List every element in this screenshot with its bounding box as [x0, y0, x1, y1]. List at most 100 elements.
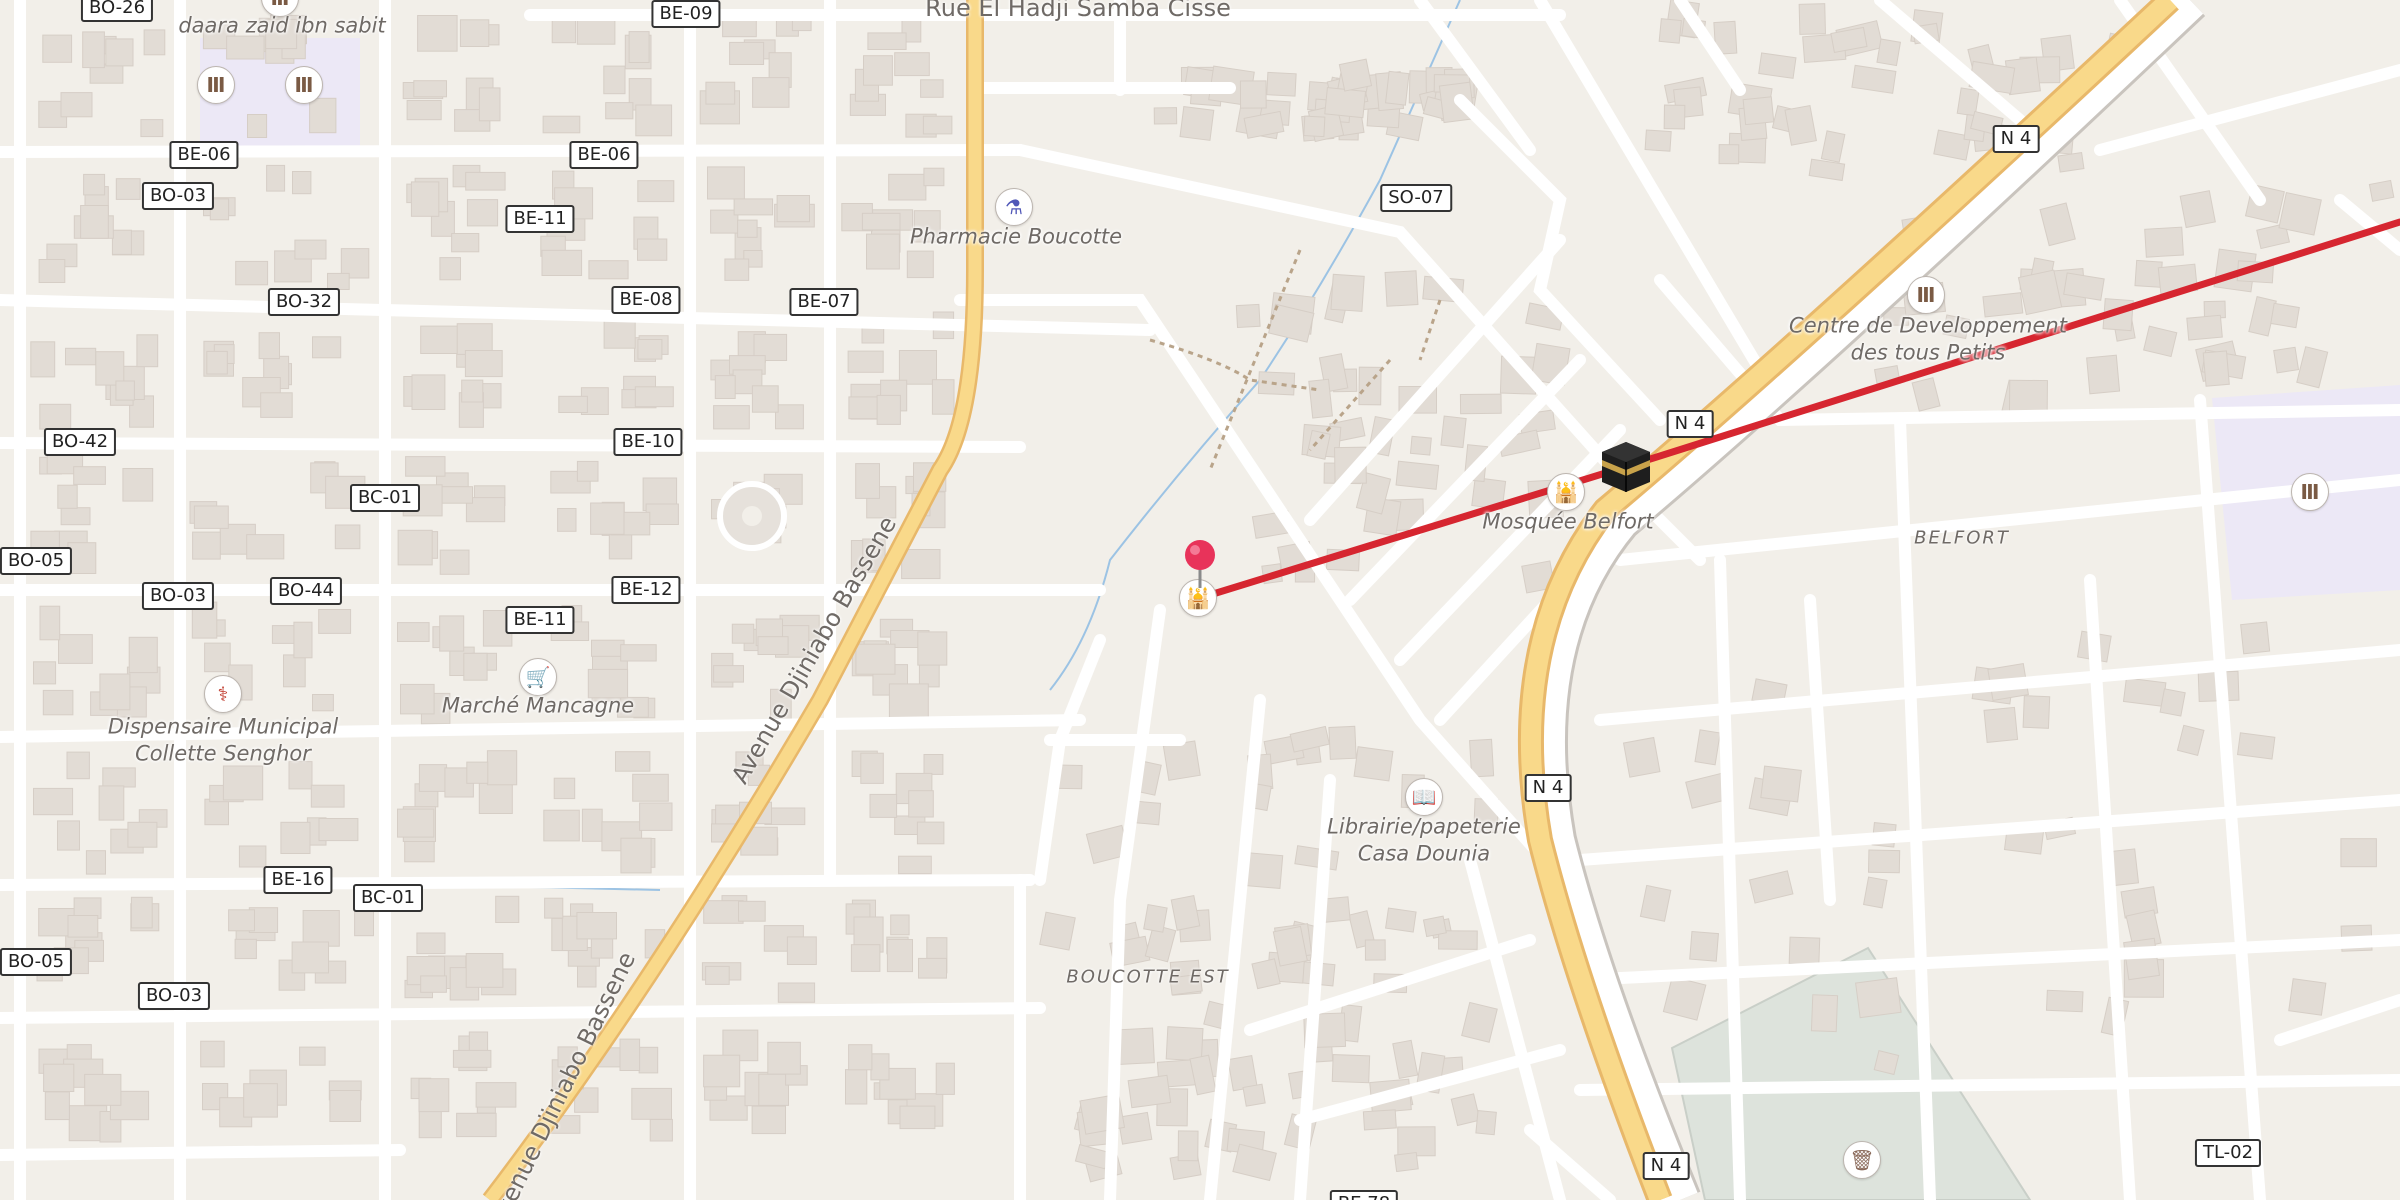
- building: [1459, 393, 1502, 415]
- building: [283, 654, 306, 688]
- map-pin-icon[interactable]: [1183, 538, 1217, 590]
- poi-label-marche[interactable]: Marché Mancagne: [442, 692, 634, 719]
- building: [639, 802, 673, 831]
- mosque-icon[interactable]: 🕌: [1547, 473, 1585, 511]
- building: [495, 895, 520, 923]
- building: [33, 787, 74, 816]
- building: [876, 394, 901, 425]
- route-ref: BE-06: [169, 141, 239, 169]
- route-ref: N 4: [1524, 774, 1572, 802]
- shopping-cart-icon[interactable]: 🛒: [519, 658, 557, 696]
- school-icon[interactable]: Ⅲ: [1907, 276, 1945, 314]
- building: [1440, 415, 1467, 449]
- building: [439, 257, 461, 281]
- building: [451, 233, 480, 253]
- building: [39, 605, 61, 641]
- building: [247, 114, 268, 138]
- building: [1385, 907, 1417, 933]
- building: [478, 87, 501, 122]
- building: [908, 790, 934, 818]
- route-ref: TL-02: [2194, 1139, 2262, 1167]
- building: [439, 549, 470, 575]
- building: [901, 549, 941, 580]
- route-ref: BE-09: [651, 0, 721, 28]
- building: [57, 820, 80, 851]
- stethoscope-icon[interactable]: ⚕: [204, 675, 242, 713]
- building: [757, 636, 789, 656]
- kaaba-icon[interactable]: [1598, 438, 1654, 494]
- building: [411, 374, 446, 410]
- building: [2270, 302, 2300, 329]
- building: [67, 542, 97, 575]
- poi-label-centre[interactable]: Centre de Developpement des tous Petits: [1789, 313, 2067, 368]
- poi-label-pharmacie[interactable]: Pharmacie Boucotte: [910, 223, 1122, 250]
- building: [416, 932, 446, 955]
- building: [861, 212, 901, 231]
- building: [463, 652, 488, 681]
- building: [751, 385, 779, 413]
- building: [1644, 129, 1672, 152]
- building: [204, 798, 229, 826]
- school-icon[interactable]: Ⅲ: [2291, 473, 2329, 511]
- poi-label-dispensaire[interactable]: Dispensaire Municipal Collette Senghor: [108, 714, 338, 769]
- route-ref: N 4: [1666, 410, 1714, 438]
- building: [714, 375, 736, 400]
- book-icon[interactable]: 📖: [1405, 778, 1443, 816]
- building: [459, 19, 490, 47]
- building: [310, 784, 345, 808]
- building: [228, 909, 256, 932]
- route-ref: N 4: [1992, 125, 2040, 153]
- building: [475, 1082, 517, 1108]
- building: [1475, 1110, 1497, 1136]
- building: [1810, 994, 1839, 1033]
- building: [2179, 190, 2216, 229]
- building: [98, 785, 125, 821]
- building: [417, 15, 458, 52]
- building: [1331, 1054, 1371, 1084]
- building: [855, 643, 896, 675]
- building: [894, 52, 930, 77]
- building: [1362, 1109, 1397, 1131]
- building: [1742, 96, 1775, 126]
- building: [312, 694, 334, 712]
- building: [266, 164, 286, 192]
- building: [204, 642, 231, 673]
- building: [649, 1118, 673, 1142]
- poi-label-librairie[interactable]: Librairie/papeterie Casa Dounia: [1327, 814, 1521, 869]
- building: [541, 249, 583, 277]
- building: [542, 115, 581, 134]
- waste-basket-icon[interactable]: 🗑: [1843, 1141, 1881, 1179]
- building: [58, 634, 93, 664]
- building: [855, 463, 881, 499]
- poi-label-daara[interactable]: daara zaid ibn sabit: [178, 12, 385, 39]
- pharmacy-icon[interactable]: ⚗: [995, 188, 1033, 226]
- building: [102, 767, 136, 788]
- building: [635, 104, 673, 137]
- building: [1251, 958, 1281, 990]
- building: [258, 332, 281, 360]
- building: [246, 534, 285, 560]
- building: [1328, 725, 1357, 760]
- building: [115, 178, 141, 200]
- route-ref: N 4: [1642, 1152, 1690, 1180]
- building: [302, 910, 340, 947]
- building: [260, 392, 293, 418]
- building: [1165, 1026, 1204, 1062]
- building: [1760, 765, 1802, 803]
- building: [420, 325, 459, 355]
- building: [850, 944, 881, 972]
- building: [906, 250, 934, 279]
- building: [705, 965, 730, 985]
- building: [44, 1091, 70, 1121]
- school-icon[interactable]: Ⅲ: [285, 66, 323, 104]
- route-ref: BE-11: [505, 205, 575, 233]
- building: [294, 239, 327, 260]
- building: [38, 259, 66, 283]
- map-canvas[interactable]: Rue El Hadji Samba Cisse Avenue Djiniabo…: [0, 0, 2400, 1200]
- building: [82, 31, 105, 69]
- building: [2340, 838, 2377, 868]
- poi-label-mosquee[interactable]: Mosquée Belfort: [1482, 508, 1653, 535]
- building: [73, 466, 106, 485]
- building: [1876, 38, 1902, 67]
- school-icon[interactable]: Ⅲ: [197, 66, 235, 104]
